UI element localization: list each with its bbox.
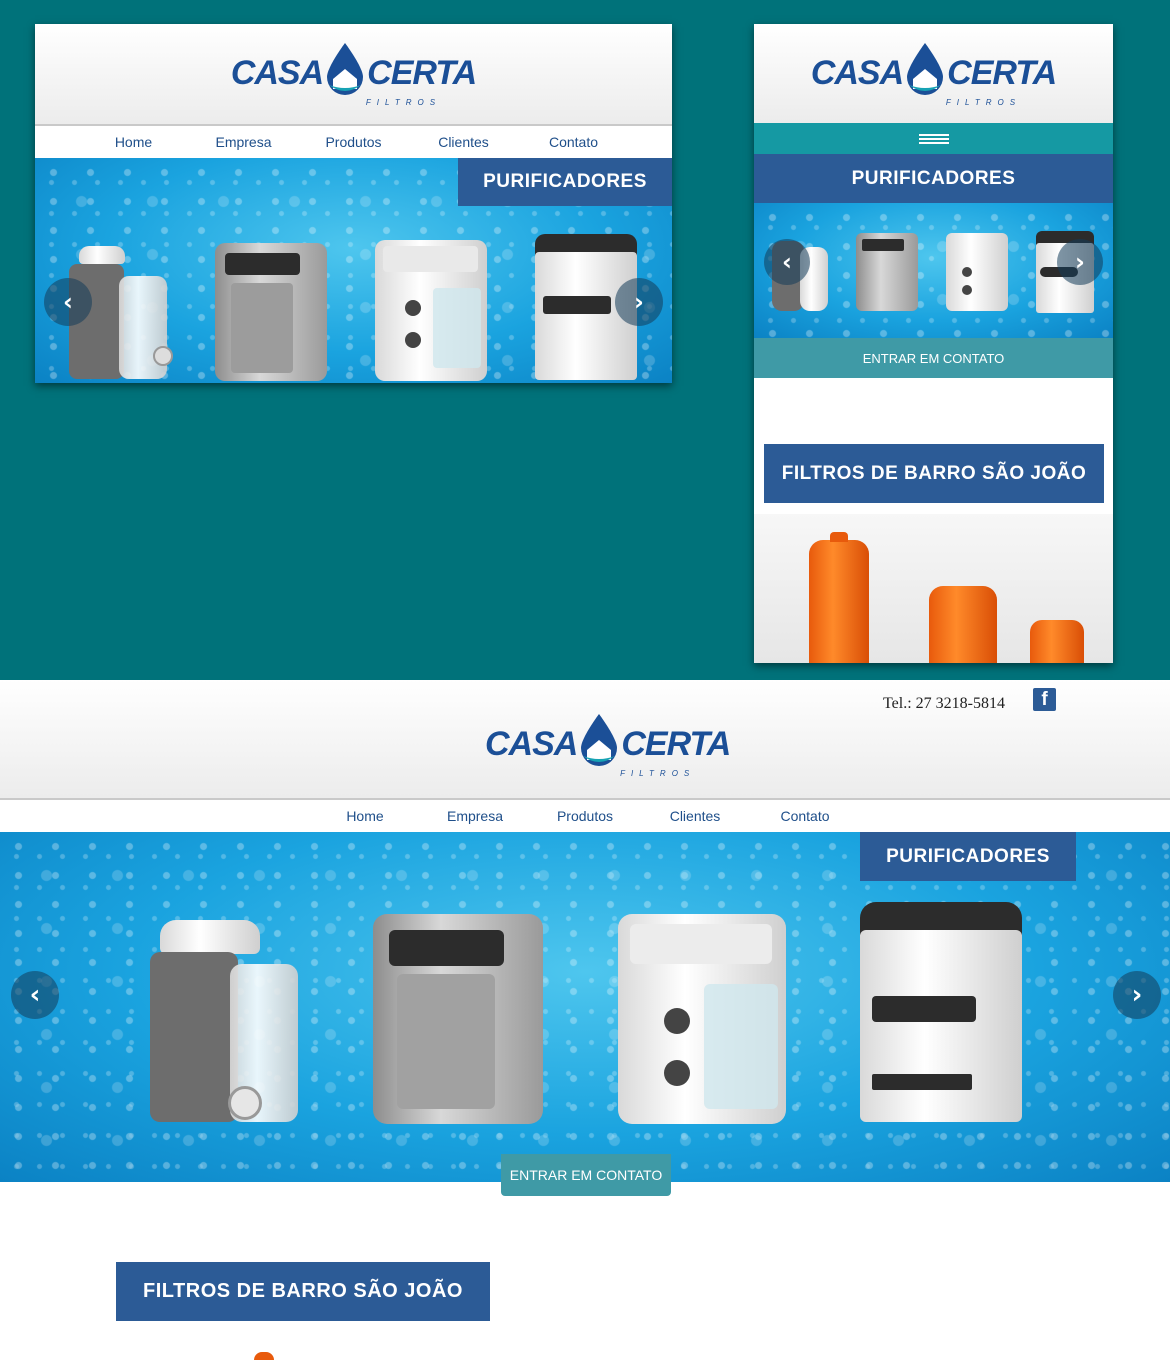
logo-text-left: CASA [810,53,904,92]
product-slider: PURIFICADORES ‹ › [35,158,672,383]
hamburger-menu-icon[interactable] [918,132,949,146]
facebook-icon[interactable]: f [1033,688,1056,711]
chevron-right-icon[interactable]: › [1113,971,1161,1019]
clay-filter-image [754,514,1113,663]
logo-text-right: CERTA [947,53,1057,92]
nav-empresa[interactable]: Empresa [189,134,299,150]
nav-produtos[interactable]: Produtos [530,808,640,824]
nav-clientes[interactable]: Clientes [409,134,519,150]
clay-filter-image [254,1352,274,1360]
logo-subtitle: FILTROS [945,97,1022,107]
site-header: CASA CERTA FILTROS Tel.: 27 3218-5814 f [0,680,1170,798]
product-slider: ‹ › [754,203,1113,338]
purifier-product-image [618,914,786,1124]
nav-empresa[interactable]: Empresa [420,808,530,824]
site-logo[interactable]: CASA CERTA FILTROS [230,41,477,107]
chevron-right-icon[interactable]: › [1057,239,1103,285]
phone-number: Tel.: 27 3218-5814 [883,695,1005,712]
water-drop-house-icon [903,41,947,106]
purifier-product-image [946,233,1008,311]
nav-clientes[interactable]: Clientes [640,808,750,824]
site-logo[interactable]: CASA CERTA FILTROS [810,41,1057,107]
main-nav: Home Empresa Produtos Clientes Contato [35,124,672,158]
nav-contato[interactable]: Contato [750,808,860,824]
slider-label: PURIFICADORES [458,158,672,206]
site-logo[interactable]: CASA CERTA FILTROS [485,712,731,778]
purifier-product-image [860,902,1022,1124]
logo-text-left: CASA [485,725,578,763]
tablet-preview: CASA CERTA FILTROS Home Empresa Produtos… [35,24,672,383]
contact-button[interactable]: ENTRAR EM CONTATO [501,1154,671,1196]
contact-button[interactable]: ENTRAR EM CONTATO [754,338,1113,378]
logo-text-right: CERTA [367,54,477,92]
desktop-preview: CASA CERTA FILTROS Tel.: 27 3218-5814 f … [0,680,1170,1360]
section-title: FILTROS DE BARRO SÃO JOÃO [116,1262,490,1321]
nav-produtos[interactable]: Produtos [299,134,409,150]
site-header: CASA CERTA FILTROS [35,24,672,124]
main-nav: Home Empresa Produtos Clientes Contato [0,798,1170,832]
chevron-left-icon[interactable]: ‹ [764,239,810,285]
water-drop-house-icon [577,712,621,777]
nav-home[interactable]: Home [310,808,420,824]
product-slider: PURIFICADORES ‹ › [0,832,1170,1182]
purifier-product-image [373,914,543,1124]
site-header: CASA CERTA FILTROS [754,24,1113,123]
nav-contato[interactable]: Contato [519,134,629,150]
water-drop-house-icon [323,41,367,106]
purifier-product-image [215,243,327,381]
chevron-left-icon[interactable]: ‹ [44,278,92,326]
chevron-left-icon[interactable]: ‹ [11,971,59,1019]
logo-subtitle: FILTROS [620,769,696,778]
section-title: FILTROS DE BARRO SÃO JOÃO [764,444,1104,503]
logo-text-left: CASA [230,54,324,92]
logo-text-right: CERTA [621,725,731,763]
mobile-menu-bar[interactable] [754,123,1113,154]
mobile-preview: CASA CERTA FILTROS PURIFICADORES ‹ › ENT… [754,24,1113,663]
purifier-product-image [856,233,918,311]
nav-home[interactable]: Home [79,134,189,150]
purifier-product-image [150,920,300,1122]
chevron-right-icon[interactable]: › [615,278,663,326]
slider-label: PURIFICADORES [860,832,1076,881]
purifier-product-image [375,240,487,381]
logo-subtitle: FILTROS [365,98,442,107]
slider-label: PURIFICADORES [754,154,1113,203]
